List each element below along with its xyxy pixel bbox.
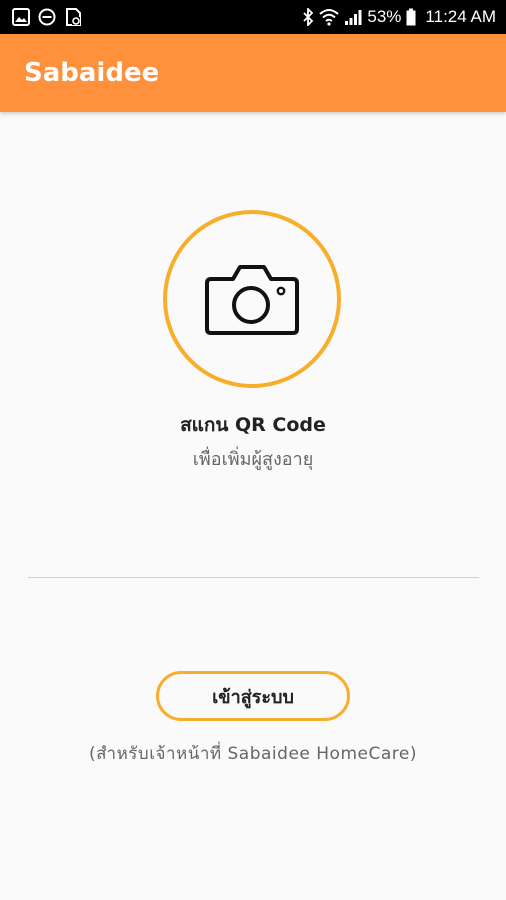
bluetooth-icon [302,8,314,26]
image-icon [12,8,30,26]
battery-icon [406,8,416,26]
battery-percent: 53% [367,7,402,26]
scan-subtitle: เพื่อเพิ่มผู้สูงอายุ [192,449,314,470]
divider [28,577,479,578]
scan-title: สแกน QR Code [180,414,326,436]
login-note: (สำหรับเจ้าหน้าที่ Sabaidee HomeCare) [89,744,417,764]
signal-icon [344,8,362,26]
clock: 11:24 AM [425,7,496,26]
sim-icon [64,8,82,26]
wifi-icon [319,8,340,26]
scan-qr-button[interactable] [163,210,341,388]
do-not-disturb-icon [38,8,56,26]
login-button[interactable]: เข้าสู่ระบบ [156,671,350,721]
app-title: Sabaidee [24,58,160,88]
status-bar: 53% 11:24 AM [0,0,506,34]
login-button-label: เข้าสู่ระบบ [212,686,294,708]
app-bar: Sabaidee [0,34,506,112]
camera-icon [203,259,301,339]
